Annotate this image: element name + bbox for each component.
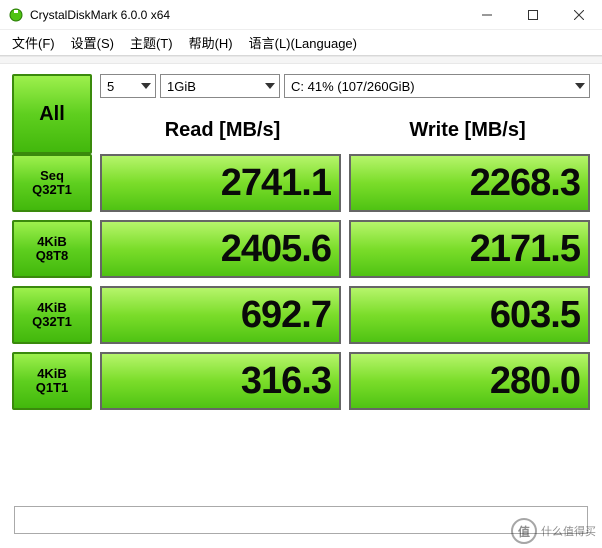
title-bar: CrystalDiskMark 6.0.0 x64: [0, 0, 602, 30]
test-label-line2: Q32T1: [32, 183, 72, 197]
write-column-header: Write [MB/s]: [345, 119, 590, 142]
write-value: 280.0: [349, 352, 590, 410]
separator: [0, 56, 602, 64]
run-seq-q32t1-button[interactable]: Seq Q32T1: [12, 154, 92, 212]
window-title: CrystalDiskMark 6.0.0 x64: [30, 8, 464, 22]
selects-row: 5 1GiB C: 41% (107/260GiB): [100, 74, 590, 98]
drive-value: C: 41% (107/260GiB): [291, 79, 415, 94]
run-4kib-q1t1-button[interactable]: 4KiB Q1T1: [12, 352, 92, 410]
header-right: 5 1GiB C: 41% (107/260GiB) Read [MB/s] W…: [100, 74, 590, 154]
chevron-down-icon: [575, 83, 585, 89]
test-label-line2: Q1T1: [36, 381, 69, 395]
drive-select[interactable]: C: 41% (107/260GiB): [284, 74, 590, 98]
run-4kib-q32t1-button[interactable]: 4KiB Q32T1: [12, 286, 92, 344]
menu-bar: 文件(F) 设置(S) 主题(T) 帮助(H) 语言(L)(Language): [0, 30, 602, 56]
menu-theme[interactable]: 主题(T): [122, 31, 181, 54]
run-4kib-q8t8-button[interactable]: 4KiB Q8T8: [12, 220, 92, 278]
read-column-header: Read [MB/s]: [100, 119, 345, 142]
menu-settings[interactable]: 设置(S): [63, 31, 122, 54]
test-row: Seq Q32T1 2741.1 2268.3: [12, 154, 590, 212]
test-size-value: 1GiB: [167, 79, 196, 94]
write-value: 603.5: [349, 286, 590, 344]
test-label-line1: 4KiB: [37, 235, 67, 249]
menu-help[interactable]: 帮助(H): [181, 31, 241, 54]
header-row: All 5 1GiB C: 41% (107/260GiB) Read [MB/…: [12, 74, 590, 154]
test-label-line1: Seq: [40, 169, 64, 183]
test-label-line2: Q32T1: [32, 315, 72, 329]
test-label-line2: Q8T8: [36, 249, 69, 263]
menu-language[interactable]: 语言(L)(Language): [241, 31, 365, 54]
test-label-line1: 4KiB: [37, 301, 67, 315]
test-count-value: 5: [107, 79, 114, 94]
read-value: 692.7: [100, 286, 341, 344]
write-value: 2171.5: [349, 220, 590, 278]
read-value: 2405.6: [100, 220, 341, 278]
read-value: 2741.1: [100, 154, 341, 212]
chevron-down-icon: [265, 83, 275, 89]
test-count-select[interactable]: 5: [100, 74, 156, 98]
minimize-button[interactable]: [464, 0, 510, 29]
status-bar: [14, 506, 588, 534]
run-all-button[interactable]: All: [12, 74, 92, 154]
maximize-button[interactable]: [510, 0, 556, 29]
column-headers: Read [MB/s] Write [MB/s]: [100, 106, 590, 154]
benchmark-panel: All 5 1GiB C: 41% (107/260GiB) Read [MB/…: [0, 64, 602, 410]
window-controls: [464, 0, 602, 29]
test-row: 4KiB Q1T1 316.3 280.0: [12, 352, 590, 410]
test-row: 4KiB Q8T8 2405.6 2171.5: [12, 220, 590, 278]
test-label-line1: 4KiB: [37, 367, 67, 381]
test-size-select[interactable]: 1GiB: [160, 74, 280, 98]
read-value: 316.3: [100, 352, 341, 410]
write-value: 2268.3: [349, 154, 590, 212]
test-row: 4KiB Q32T1 692.7 603.5: [12, 286, 590, 344]
app-icon: [8, 7, 24, 23]
run-all-label: All: [39, 103, 65, 125]
menu-file[interactable]: 文件(F): [4, 31, 63, 54]
close-button[interactable]: [556, 0, 602, 29]
chevron-down-icon: [141, 83, 151, 89]
